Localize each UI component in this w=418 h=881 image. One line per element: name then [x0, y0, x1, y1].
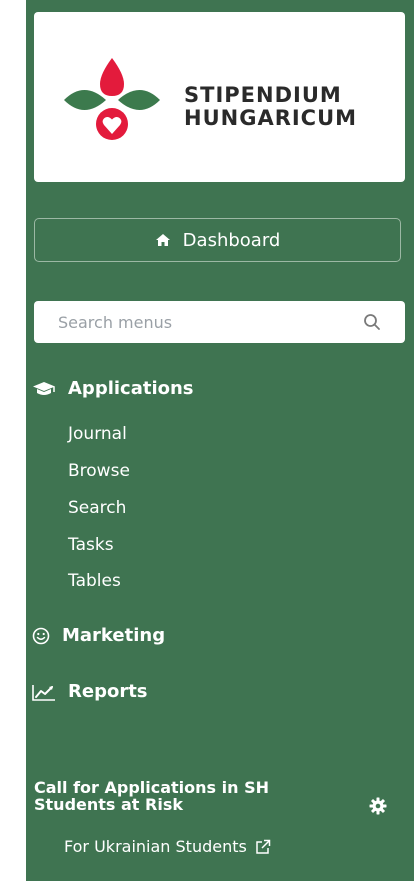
line-chart-icon	[32, 684, 55, 701]
brand-logo-card[interactable]: STIPENDIUM HUNGARICUM	[34, 12, 405, 182]
menu-applications[interactable]: Applications	[32, 378, 194, 399]
sidebar: STIPENDIUM HUNGARICUM Dashboard Applicat…	[26, 0, 414, 881]
call-for-applications-title[interactable]: Call for Applications in SH Students at …	[34, 779, 344, 813]
brand-name-line2: HUNGARICUM	[184, 106, 358, 130]
menu-marketing[interactable]: Marketing	[32, 625, 165, 646]
brand-name-line1: STIPENDIUM	[184, 83, 342, 107]
menu-applications-label: Applications	[68, 378, 194, 399]
menu-item-search[interactable]: Search	[68, 498, 126, 518]
dashboard-label: Dashboard	[182, 229, 281, 251]
menu-item-tables[interactable]: Tables	[68, 571, 121, 591]
dashboard-button[interactable]: Dashboard	[34, 218, 401, 262]
menu-item-journal[interactable]: Journal	[68, 424, 127, 444]
search-input[interactable]	[34, 301, 334, 343]
menu-item-browse[interactable]: Browse	[68, 461, 130, 481]
call-title-line1: Call for Applications in SH	[34, 778, 269, 797]
menu-item-tasks[interactable]: Tasks	[68, 535, 114, 555]
external-link-icon	[256, 839, 271, 854]
ukrainian-students-link[interactable]: For Ukrainian Students	[64, 837, 271, 856]
gear-icon[interactable]	[369, 797, 387, 815]
smile-icon	[32, 627, 50, 644]
search-icon[interactable]	[363, 313, 381, 331]
stipendium-hungaricum-logo	[64, 58, 160, 140]
menu-reports-label: Reports	[68, 681, 148, 702]
menu-reports[interactable]: Reports	[32, 681, 148, 702]
home-icon	[155, 234, 170, 246]
brand-name: STIPENDIUM HUNGARICUM	[184, 84, 357, 130]
graduation-cap-icon	[33, 381, 55, 395]
ukrainian-students-label: For Ukrainian Students	[64, 837, 247, 856]
search-box	[34, 301, 405, 343]
menu-marketing-label: Marketing	[62, 625, 166, 646]
call-title-line2: Students at Risk	[34, 795, 183, 814]
